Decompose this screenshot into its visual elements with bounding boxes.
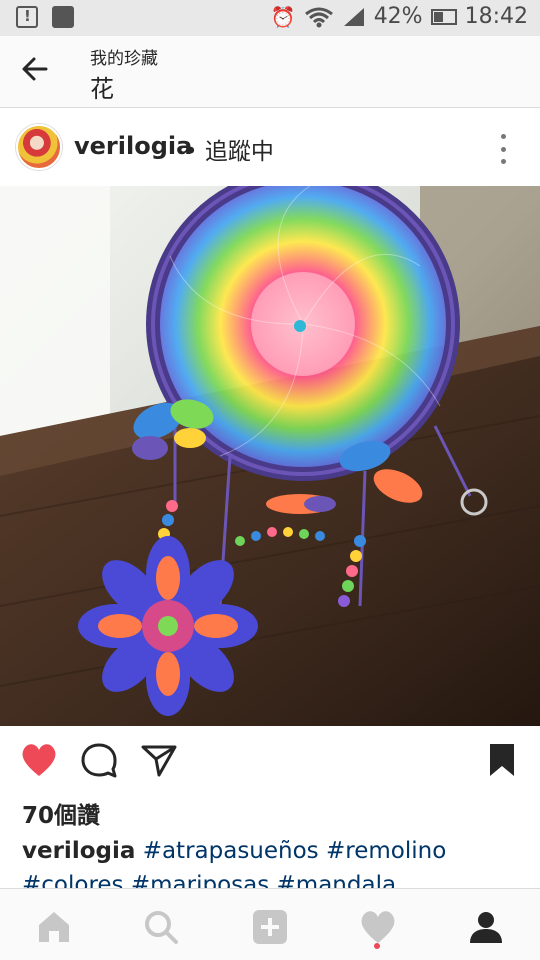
like-button[interactable] <box>20 742 58 778</box>
clock: 18:42 <box>464 4 528 29</box>
dreamcatcher-photo <box>0 186 540 726</box>
following-status[interactable]: • 追蹤中 <box>184 132 274 166</box>
heart-icon <box>22 744 56 776</box>
nav-search[interactable] <box>141 907 181 947</box>
caption-username[interactable]: verilogia <box>22 838 135 864</box>
share-button[interactable] <box>140 742 178 778</box>
profile-icon <box>470 912 502 943</box>
nav-home[interactable] <box>34 907 74 947</box>
battery-icon <box>430 8 457 25</box>
signal-icon <box>343 7 364 26</box>
add-icon <box>253 910 287 944</box>
post-username[interactable]: verilogia <box>74 132 192 160</box>
activity-icon <box>361 911 395 943</box>
home-icon <box>39 912 69 942</box>
nav-add[interactable] <box>250 907 290 947</box>
comment-button[interactable] <box>80 742 118 778</box>
back-button[interactable] <box>20 54 54 88</box>
bottom-nav <box>0 888 540 960</box>
page-title: 花 <box>90 75 114 103</box>
status-bar: ⏰ 42% 18:42 <box>0 0 540 36</box>
battery-percent: 42% <box>373 4 423 29</box>
back-arrow-icon <box>22 57 48 81</box>
bookmark-icon <box>490 744 514 776</box>
more-options-icon[interactable] <box>498 134 508 164</box>
activity-notification-dot <box>374 943 380 949</box>
image-icon <box>52 6 74 28</box>
post-header: verilogia • 追蹤中 <box>0 110 540 186</box>
nav-activity[interactable] <box>358 907 398 947</box>
send-icon <box>141 745 177 777</box>
post-photo[interactable] <box>0 186 540 726</box>
comment-icon <box>81 743 117 778</box>
like-count[interactable]: 70個讚 <box>22 796 100 830</box>
alert-icon <box>16 6 38 28</box>
hashtag[interactable]: #atrapasueños <box>143 838 319 864</box>
avatar[interactable] <box>16 124 62 170</box>
search-icon <box>145 911 178 944</box>
wifi-icon <box>304 7 333 27</box>
header: 我的珍藏 花 <box>0 36 540 108</box>
save-button[interactable] <box>488 742 516 778</box>
collection-subtitle: 我的珍藏 <box>90 49 158 69</box>
alarm-icon: ⏰ <box>270 4 296 29</box>
post-actions <box>0 740 540 790</box>
nav-profile[interactable] <box>466 907 506 947</box>
hashtag[interactable]: #remolino <box>326 838 446 864</box>
